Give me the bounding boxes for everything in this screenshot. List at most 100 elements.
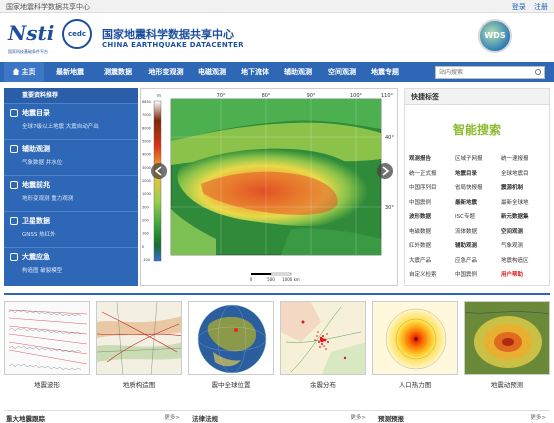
topography-map-slider: m 8850 7000 6000 5000 4000 3000 2000 1000 500 200… (140, 88, 398, 286)
quick-tag[interactable]: 观测报告 (409, 153, 455, 165)
topography-map: m 88507000600050004000300020001000500200… (141, 89, 397, 285)
legend-value: 1000 (142, 192, 151, 196)
nav-item-topics[interactable]: 地震专题 (362, 62, 408, 82)
bottom-sections: 重大地震跟踪 更多> 法律法规 更多> 预测预报 更多> (4, 410, 550, 423)
scale-label: 0 (250, 277, 253, 282)
quick-tag[interactable]: 最新地震 (455, 197, 501, 209)
quick-tag[interactable]: 红外数据 (409, 240, 455, 252)
nav-item-em[interactable]: 电磁观测 (190, 62, 234, 82)
legend-value: 5000 (142, 140, 151, 144)
quick-tag[interactable]: 辅助观测 (455, 240, 501, 252)
thumb-caption[interactable]: 人口热力图 (372, 379, 458, 389)
thumb-ground-motion[interactable]: 地震动预测 (464, 297, 550, 393)
quick-tag[interactable]: 省局快报报 (455, 182, 501, 194)
thumb-caption[interactable]: 地震动预测 (464, 379, 550, 389)
wds-logo[interactable]: WDS (478, 19, 512, 53)
quick-tag[interactable]: 统一正式报 (409, 168, 455, 180)
register-link[interactable]: 注册 (534, 3, 548, 11)
recommend-auxiliary[interactable]: 辅助观测 气象数据 井水位 (4, 140, 138, 176)
more-link[interactable]: 更多> (164, 413, 180, 421)
login-link[interactable]: 登录 (512, 3, 526, 11)
thumb-geology-map[interactable]: 地质构造图 (96, 297, 182, 393)
slider-prev-button[interactable] (151, 163, 167, 179)
search-icon[interactable] (535, 69, 541, 75)
quick-tag[interactable]: 应急产品 (455, 255, 501, 267)
quick-tag[interactable]: 中国震例 (455, 269, 501, 281)
more-link[interactable]: 更多> (530, 413, 546, 421)
recommend-emergency[interactable]: 大震应急 构造图 破裂模型 (4, 248, 138, 284)
quick-tag[interactable]: 统一速报报 (501, 153, 547, 165)
quick-tag[interactable]: 最新全球地 (501, 197, 547, 209)
nav-item-auxiliary[interactable]: 辅助观测 (276, 62, 320, 82)
quick-tag[interactable]: 全球地震目 (501, 168, 547, 180)
quick-tag[interactable]: 电磁数据 (409, 226, 455, 238)
nav-item-latest-quakes[interactable]: 最新地震 (48, 62, 92, 82)
quick-tag[interactable]: 地震构造区 (501, 255, 547, 267)
quick-tag[interactable]: 中国序列目 (409, 182, 455, 194)
quick-tag[interactable]: 新元数据集 (501, 211, 547, 223)
legend-value: 100 (142, 232, 149, 236)
quick-tag[interactable]: 震源机制 (501, 182, 547, 194)
thumb-caption[interactable]: 地震波形 (4, 379, 90, 389)
quick-tags-panel: 快捷标签 智能搜索 观测报告 区域子网报 统一速报报 统一正式报 地震目录 全球地震目 中国… (404, 88, 550, 286)
legend-value: 500 (142, 205, 149, 209)
scale-label: 500 (267, 277, 275, 282)
legend-unit: m (157, 93, 161, 98)
ground-motion-image (464, 301, 550, 375)
recommend-catalog[interactable]: 地震目录 全球7级以上地震 大震自动产出 (4, 104, 138, 140)
heatmap-image (372, 301, 458, 375)
quick-tag[interactable]: 流体数据 (455, 226, 501, 238)
auth-links: 登录 注册 (506, 2, 548, 12)
quick-tag[interactable]: 空间观测 (501, 226, 547, 238)
smart-search-banner[interactable]: 智能搜索 (405, 107, 549, 153)
thumb-waveform[interactable]: 地震波形 (4, 297, 90, 393)
thumb-caption[interactable]: 地质构造图 (96, 379, 182, 389)
quick-tag[interactable]: 波形数据 (409, 211, 455, 223)
nav-item-seismic-data[interactable]: 测震数据 (96, 62, 140, 82)
lon-label: 70° (217, 93, 226, 99)
recommend-precursor[interactable]: 地震前兆 地形变观测 重力观测 (4, 176, 138, 212)
legend-value: 7000 (142, 113, 151, 117)
quick-tag[interactable]: 地震目录 (455, 168, 501, 180)
quick-tag[interactable]: 用户帮助 (501, 269, 547, 281)
header: Nsti cedc 国家科技基础条件平台 国家地震科学数据共享中心 CHINA … (0, 13, 554, 60)
auxiliary-icon (10, 145, 18, 153)
lat-label: 40° (385, 135, 394, 141)
legend-value: 4000 (142, 153, 151, 157)
nav-item-fluid[interactable]: 地下流体 (233, 62, 277, 82)
site-logo[interactable]: Nsti cedc 国家科技基础条件平台 (8, 19, 98, 57)
geology-map-image (96, 301, 182, 375)
site-title: 国家地震科学数据共享中心 (102, 28, 234, 41)
thumb-epicenter-globe[interactable]: 震中全球位置 (188, 297, 274, 393)
slider-next-button[interactable] (377, 163, 393, 179)
search-box[interactable] (435, 66, 545, 79)
waveform-image (4, 301, 90, 375)
quick-tag[interactable]: 大震产品 (409, 255, 455, 267)
nav-item-deformation[interactable]: 地形变观测 (140, 62, 192, 82)
legend-value: 6000 (142, 126, 151, 130)
quick-tag[interactable]: 区域子网报 (455, 153, 501, 165)
nav-item-space[interactable]: 空间观测 (320, 62, 364, 82)
site-title-en: CHINA EARTHQUAKE DATACENTER (102, 41, 244, 49)
thumb-caption[interactable]: 余震分布 (280, 379, 366, 389)
more-link[interactable]: 更多> (350, 413, 366, 421)
thumbnail-strip: 地震波形 地质构造图 震中全球位置 余震分布 人口热力图 地震动预测 (4, 297, 550, 393)
thumb-aftershock[interactable]: 余震分布 (280, 297, 366, 393)
quick-tag[interactable]: 气象观测 (501, 240, 547, 252)
recommend-satellite[interactable]: 卫星数据 GNSS 热红外 (4, 212, 138, 248)
search-input[interactable] (436, 67, 532, 78)
site-name: 国家地震科学数据共享中心 (6, 3, 90, 11)
nav-home[interactable]: 主页 (4, 62, 44, 82)
legend-value: 0 (142, 245, 144, 249)
recommend-panel: 重要资料推荐 地震目录 全球7级以上地震 大震自动产出 辅助观测 气象数据 井水… (4, 88, 138, 286)
catalog-icon (10, 109, 18, 117)
thumb-population-heatmap[interactable]: 人口热力图 (372, 297, 458, 393)
thumb-caption[interactable]: 震中全球位置 (188, 379, 274, 389)
lon-label: 100° (350, 93, 363, 99)
section-divider (4, 293, 550, 295)
quick-tag[interactable]: 中国震例 (409, 197, 455, 209)
lon-label: 90° (307, 93, 316, 99)
quick-tag[interactable]: 自定义检索 (409, 269, 455, 281)
quick-tag[interactable]: ISC专题 (455, 211, 501, 223)
lon-label: 110° (381, 93, 394, 99)
